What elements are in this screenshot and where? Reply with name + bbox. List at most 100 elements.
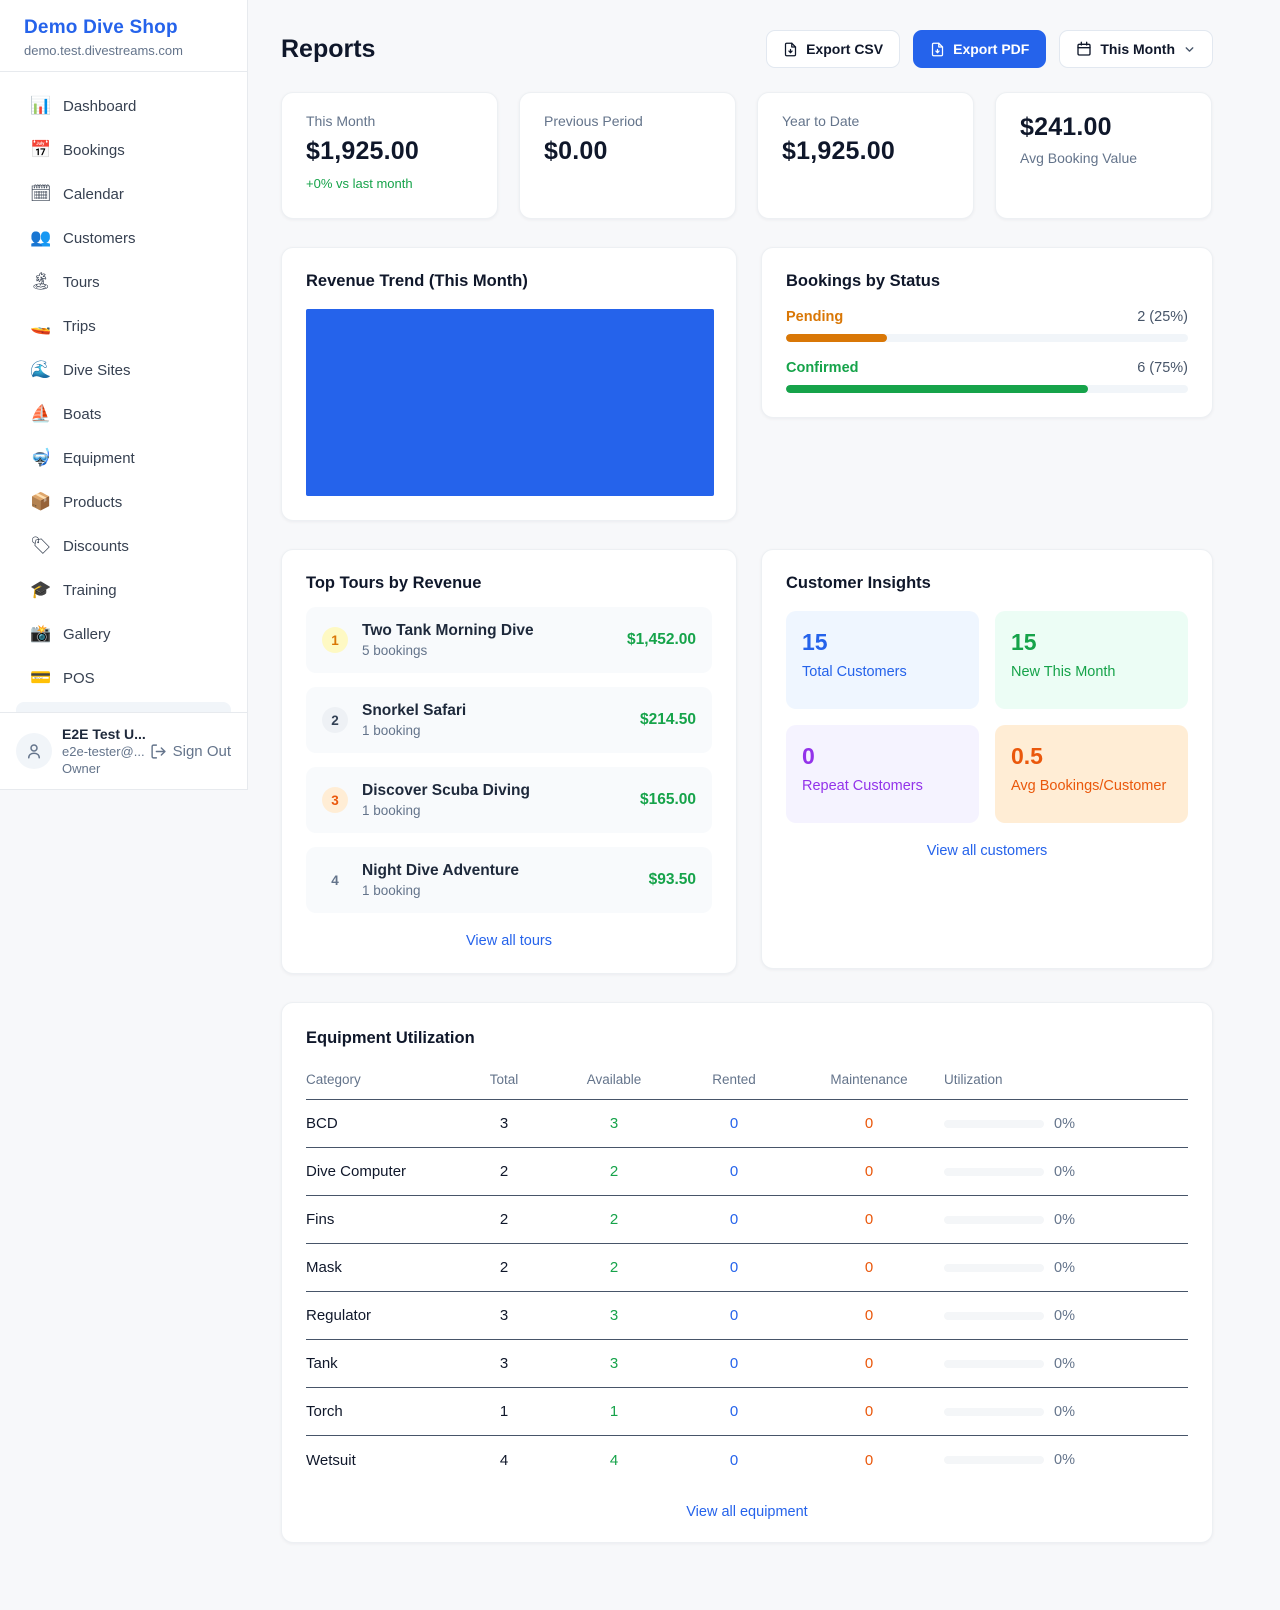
sidebar: Demo Dive Shop demo.test.divestreams.com… <box>0 0 248 790</box>
insight-tile-avg-bookings: 0.5 Avg Bookings/Customer <box>995 725 1188 823</box>
topbar: Reports Export CSV Export PDF This Month <box>281 30 1213 68</box>
sidebar-item-discounts[interactable]: 🏷 Discounts <box>16 526 231 566</box>
sidebar-item-calendar[interactable]: 🗓 Calendar <box>16 174 231 214</box>
col-maintenance: Maintenance <box>794 1072 944 1087</box>
table-row: Mask 2 2 0 0 0% <box>306 1244 1188 1292</box>
status-label: Confirmed <box>786 360 859 376</box>
sidebar-item-customers[interactable]: 👥 Customers <box>16 218 231 258</box>
cell-total: 2 <box>454 1259 554 1276</box>
status-progress-fill <box>786 334 887 342</box>
status-progress-fill <box>786 385 1088 393</box>
calendar-icon <box>1076 41 1092 57</box>
sign-out-button[interactable]: Sign Out <box>150 743 231 760</box>
table-row: Tank 3 3 0 0 0% <box>306 1340 1188 1388</box>
insight-tile-total-customers: 15 Total Customers <box>786 611 979 709</box>
cell-available: 3 <box>554 1115 674 1132</box>
cell-utilization: 0% <box>944 1260 1188 1276</box>
tour-revenue: $165.00 <box>640 791 696 809</box>
customer-insights-title: Customer Insights <box>786 574 1188 593</box>
sidebar-item-dashboard[interactable]: 📊 Dashboard <box>16 86 231 126</box>
tour-revenue: $1,452.00 <box>627 631 696 649</box>
sidebar-item-label: Boats <box>63 406 101 423</box>
sign-out-icon <box>150 743 167 760</box>
view-all-equipment-link[interactable]: View all equipment <box>306 1504 1188 1520</box>
sidebar-item-products[interactable]: 📦 Products <box>16 482 231 522</box>
export-csv-button[interactable]: Export CSV <box>766 30 900 68</box>
tour-row: 2 Snorkel Safari 1 booking $214.50 <box>306 687 712 753</box>
insight-label: New This Month <box>1011 664 1172 680</box>
cell-available: 4 <box>554 1452 674 1469</box>
view-all-tours-link[interactable]: View all tours <box>306 933 712 949</box>
cell-total: 3 <box>454 1115 554 1132</box>
cell-maintenance: 0 <box>794 1211 944 1228</box>
sidebar-item-dive-sites[interactable]: 🌊 Dive Sites <box>16 350 231 390</box>
period-label: This Month <box>1100 41 1175 57</box>
sidebar-item-bookings[interactable]: 📅 Bookings <box>16 130 231 170</box>
cell-total: 2 <box>454 1163 554 1180</box>
sidebar-item-label: Calendar <box>63 186 124 203</box>
stat-value: $241.00 <box>1020 113 1187 142</box>
island-icon: 🏝 <box>30 272 50 292</box>
tour-row: 1 Two Tank Morning Dive 5 bookings $1,45… <box>306 607 712 673</box>
tour-row: 4 Night Dive Adventure 1 booking $93.50 <box>306 847 712 913</box>
sailboat-icon: ⛵ <box>30 404 50 424</box>
sidebar-item-tours[interactable]: 🏝 Tours <box>16 262 231 302</box>
status-label: Pending <box>786 309 843 325</box>
bookings-by-status-title: Bookings by Status <box>786 272 1188 291</box>
cell-category: Tank <box>306 1355 454 1372</box>
rank-badge: 2 <box>322 707 348 733</box>
cell-utilization: 0% <box>944 1116 1188 1132</box>
speedboat-icon: 🚤 <box>30 316 50 336</box>
view-all-customers-link[interactable]: View all customers <box>786 843 1188 859</box>
cell-utilization: 0% <box>944 1452 1188 1468</box>
cell-maintenance: 0 <box>794 1307 944 1324</box>
sidebar-item-label: Products <box>63 494 122 511</box>
topbar-actions: Export CSV Export PDF This Month <box>766 30 1213 68</box>
sidebar-item-pos[interactable]: 💳 POS <box>16 658 231 698</box>
bar-chart-icon: 📊 <box>30 96 50 116</box>
tour-bookings: 1 booking <box>362 803 530 818</box>
cell-available: 3 <box>554 1307 674 1324</box>
insight-tile-repeat-customers: 0 Repeat Customers <box>786 725 979 823</box>
insight-value: 15 <box>802 629 963 656</box>
customer-insights-panel: Customer Insights 15 Total Customers 15 … <box>761 549 1213 969</box>
diving-mask-icon: 🤿 <box>30 448 50 468</box>
credit-card-icon: 💳 <box>30 668 50 688</box>
tour-name: Night Dive Adventure <box>362 862 519 880</box>
sign-out-label: Sign Out <box>173 743 231 760</box>
cell-total: 1 <box>454 1403 554 1420</box>
status-row-pending: Pending 2 (25%) <box>786 309 1188 342</box>
sidebar-item-label: Dive Sites <box>63 362 131 379</box>
sidebar-item-partial[interactable] <box>16 702 231 712</box>
status-row-confirmed: Confirmed 6 (75%) <box>786 360 1188 393</box>
tour-bookings: 5 bookings <box>362 643 534 658</box>
sidebar-item-training[interactable]: 🎓 Training <box>16 570 231 610</box>
export-pdf-label: Export PDF <box>953 41 1029 57</box>
table-header-row: Category Total Available Rented Maintena… <box>306 1066 1188 1100</box>
file-download-icon <box>783 42 798 57</box>
tour-name: Discover Scuba Diving <box>362 782 530 800</box>
sidebar-item-gallery[interactable]: 📸 Gallery <box>16 614 231 654</box>
insight-value: 0.5 <box>1011 743 1172 770</box>
utilization-bar <box>944 1120 1044 1128</box>
tour-name: Two Tank Morning Dive <box>362 622 534 640</box>
shop-name: Demo Dive Shop <box>24 17 223 39</box>
cell-category: Torch <box>306 1403 454 1420</box>
top-tours-title: Top Tours by Revenue <box>306 574 712 593</box>
stat-trend-note: +0% vs last month <box>306 176 473 191</box>
period-dropdown[interactable]: This Month <box>1059 30 1213 68</box>
utilization-bar <box>944 1216 1044 1224</box>
sidebar-item-boats[interactable]: ⛵ Boats <box>16 394 231 434</box>
cell-available: 1 <box>554 1403 674 1420</box>
people-icon: 👥 <box>30 228 50 248</box>
cell-rented: 0 <box>674 1355 794 1372</box>
rank-badge: 3 <box>322 787 348 813</box>
sidebar-item-trips[interactable]: 🚤 Trips <box>16 306 231 346</box>
sidebar-item-equipment[interactable]: 🤿 Equipment <box>16 438 231 478</box>
cell-rented: 0 <box>674 1211 794 1228</box>
export-pdf-button[interactable]: Export PDF <box>913 30 1046 68</box>
revenue-trend-chart <box>306 309 714 496</box>
user-name: E2E Test U... <box>62 726 140 742</box>
sidebar-item-label: Customers <box>63 230 136 247</box>
status-count: 2 (25%) <box>1137 309 1188 325</box>
